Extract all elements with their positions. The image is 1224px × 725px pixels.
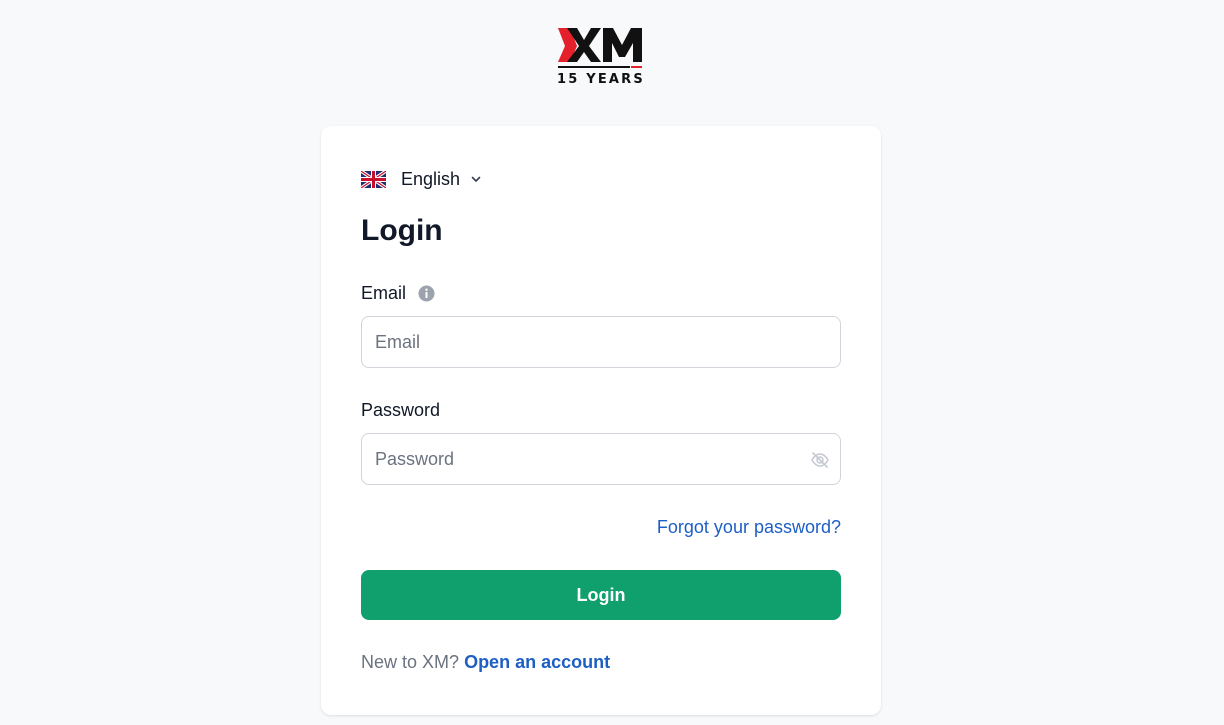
password-label-row: Password [361, 400, 440, 421]
xm-logo-mark [558, 28, 642, 68]
email-field-wrapper [361, 316, 841, 368]
xm-logo: 15 YEARS [557, 27, 645, 87]
login-button[interactable]: Login [361, 570, 841, 620]
language-label: English [401, 168, 461, 189]
open-account-link[interactable]: Open an account [464, 652, 610, 672]
language-selector[interactable]: English [361, 168, 482, 190]
eye-off-icon[interactable] [810, 450, 830, 470]
logo-tagline: 15 YEARS [557, 72, 645, 87]
forgot-password-link[interactable]: Forgot your password? [657, 517, 841, 538]
login-card: English Login Email Password Forgot your… [321, 126, 881, 715]
signup-prompt: New to XM? Open an account [361, 652, 610, 673]
email-label: Email [361, 283, 407, 303]
signup-prompt-text: New to XM? [361, 652, 460, 672]
password-field-wrapper [361, 433, 841, 485]
info-icon[interactable] [418, 285, 435, 302]
page-title: Login [361, 214, 443, 247]
chevron-down-icon [471, 176, 481, 182]
email-label-row: Email [361, 283, 435, 304]
password-field[interactable] [362, 434, 840, 484]
email-field[interactable] [362, 317, 840, 367]
password-label: Password [361, 400, 441, 420]
uk-flag-icon [361, 170, 386, 188]
